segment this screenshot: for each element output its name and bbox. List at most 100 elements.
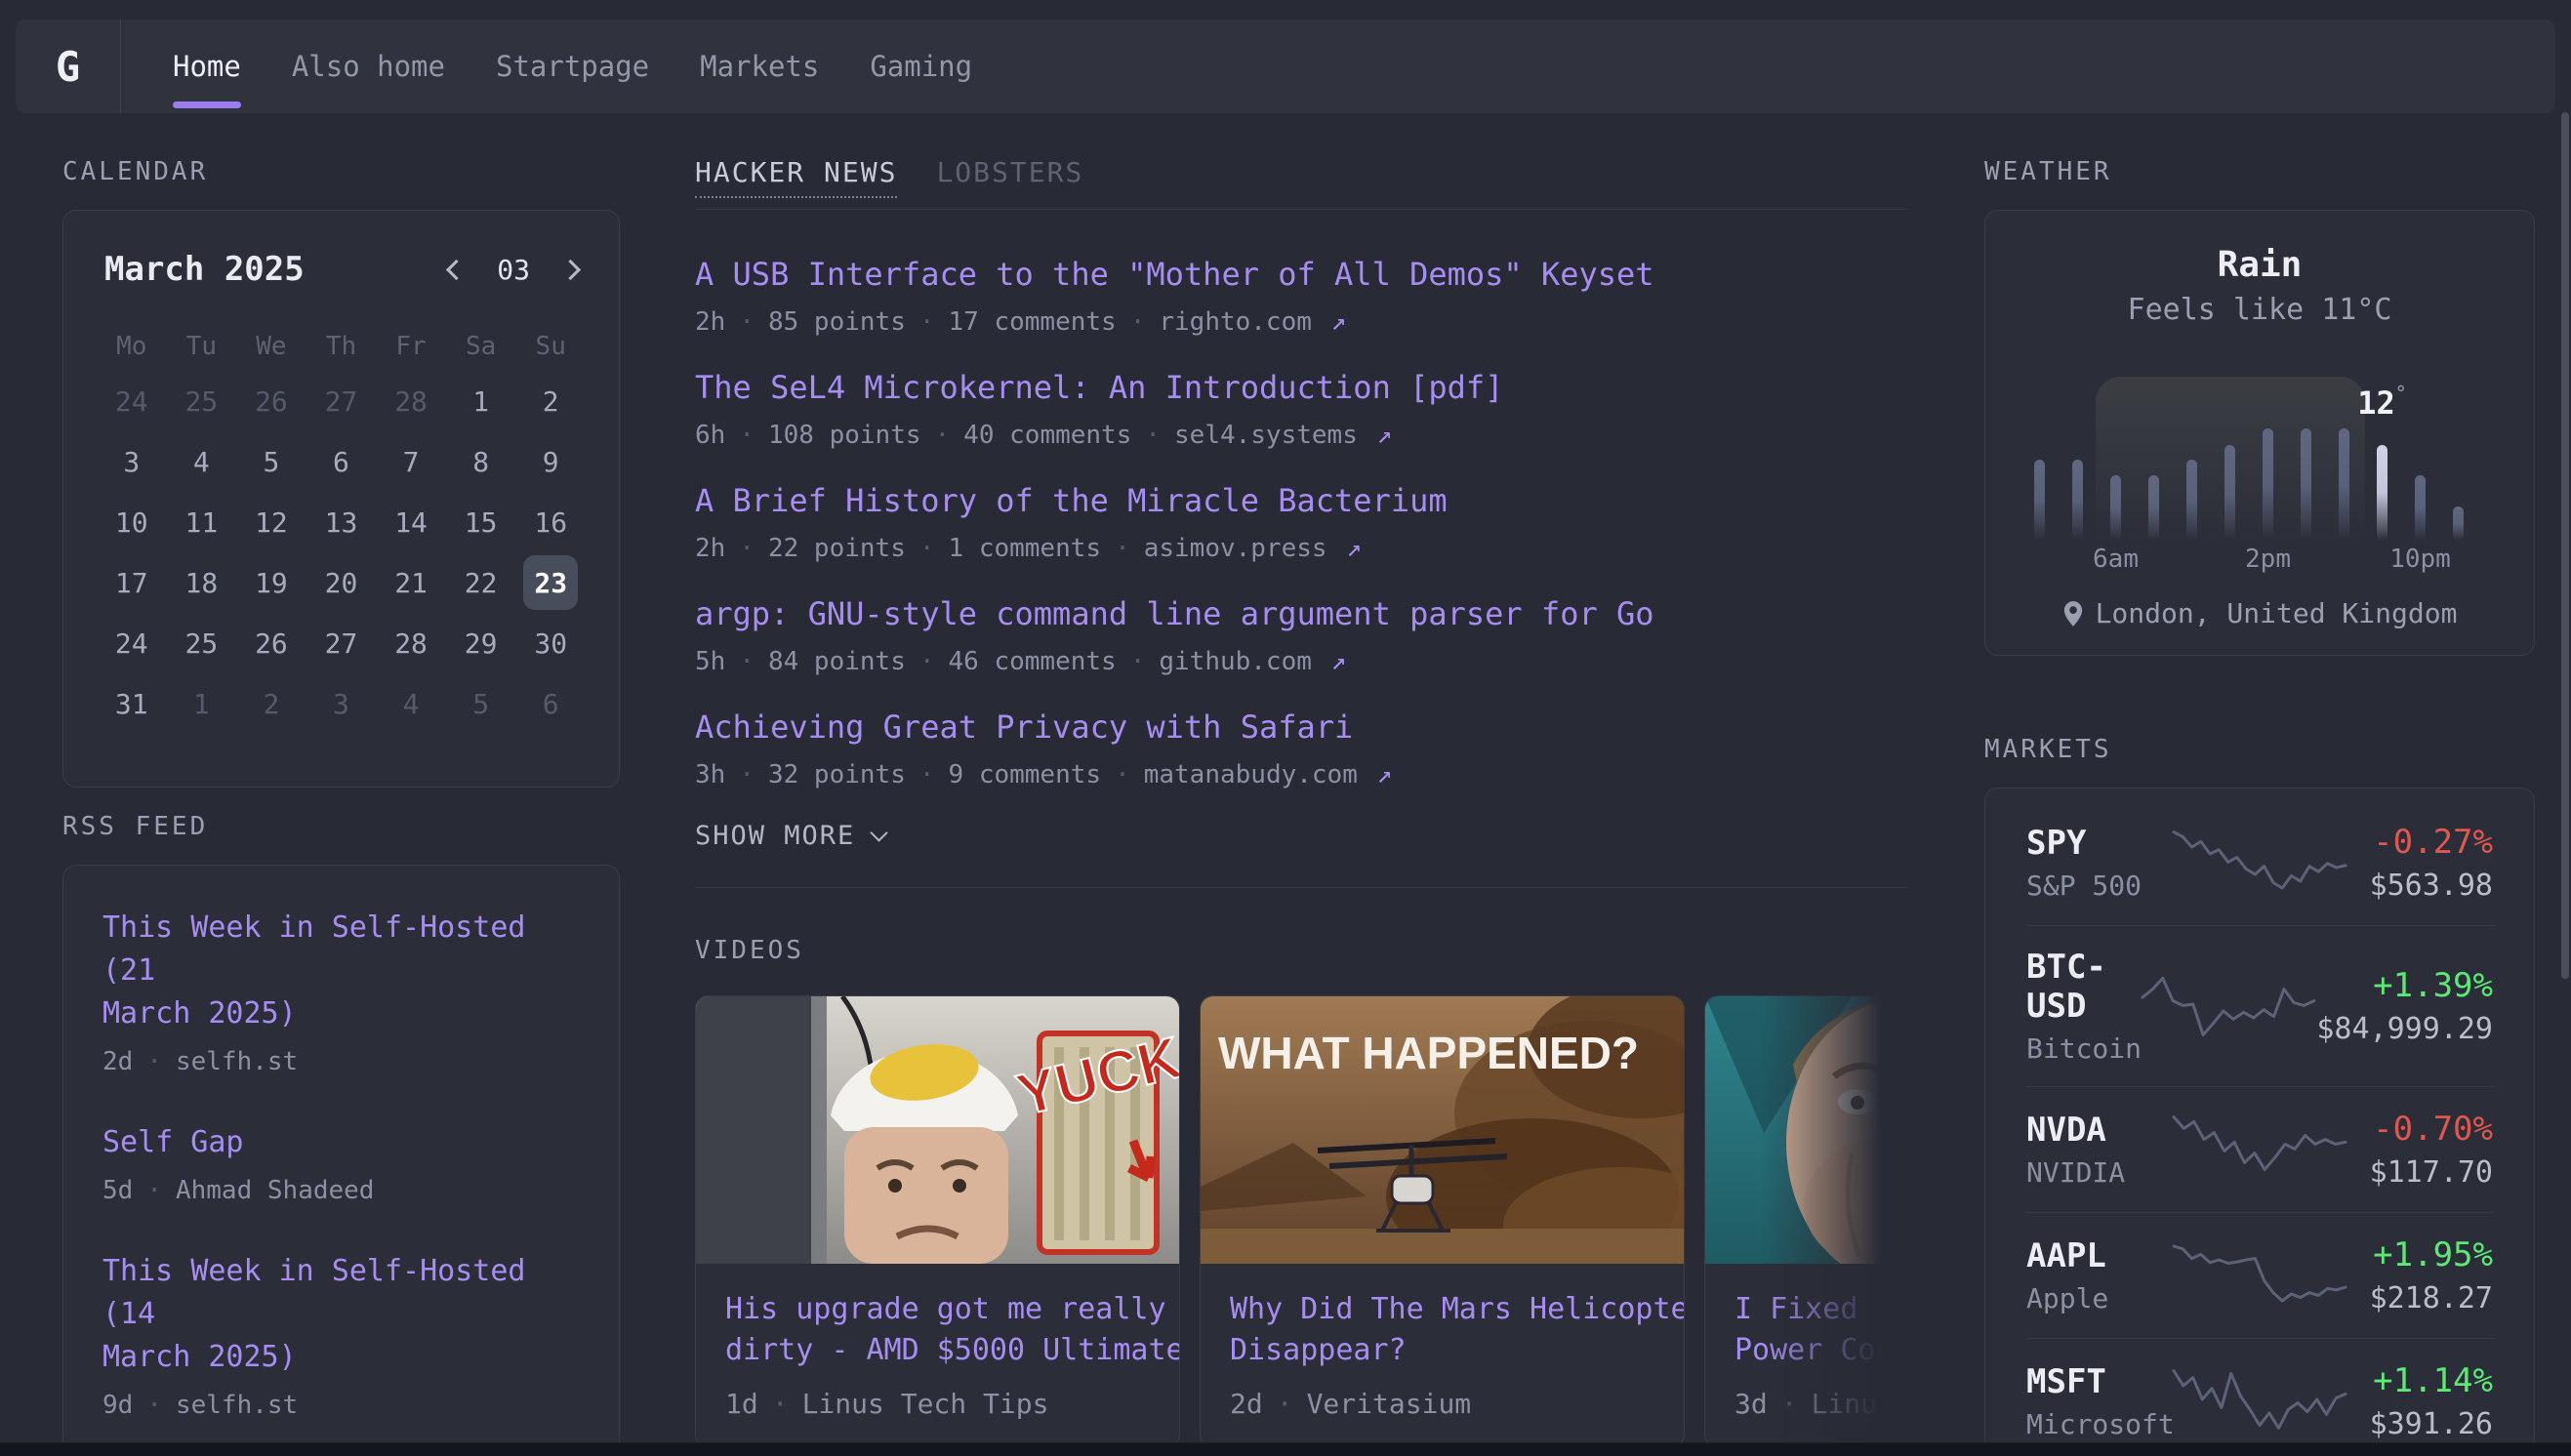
hn-item-source-link[interactable]: matanabudy.com ↗: [1144, 758, 1392, 791]
calendar-day: 20: [306, 552, 377, 613]
meta-separator-dot: ·: [739, 419, 755, 452]
calendar-day: 30: [515, 613, 586, 673]
video-thumbnail-mars[interactable]: WHAT HAPPENED?: [1201, 996, 1685, 1264]
market-price: $218.27: [2347, 1282, 2493, 1315]
video-age: 2d: [1230, 1387, 1263, 1422]
hn-item-comments[interactable]: 9 comments: [949, 758, 1102, 791]
market-symbol-block: BTC-USDBitcoin: [2026, 948, 2141, 1065]
calendar-day: 4: [167, 431, 237, 492]
rss-title-line: March 2025): [102, 1336, 580, 1379]
calendar-prev-icon[interactable]: [446, 259, 467, 279]
right-column: WEATHER Rain Feels like 11°C 12° 6am2pm1…: [1984, 156, 2535, 1456]
calendar-day: 22: [446, 552, 516, 613]
calendar-day: 28: [376, 371, 446, 431]
rss-section-title: RSS FEED: [62, 811, 620, 842]
meta-separator-dot: ·: [772, 1387, 789, 1422]
hn-item-comments[interactable]: 17 comments: [949, 305, 1117, 339]
hacker-news-list: A USB Interface to the "Mother of All De…: [695, 255, 1907, 791]
hn-item-title[interactable]: argp: GNU-style command line argument pa…: [695, 594, 1907, 633]
hn-item-title[interactable]: A USB Interface to the "Mother of All De…: [695, 255, 1907, 294]
video-card[interactable]: WHAT HAPPENED? Why Did The Mars Helicopt…: [1200, 995, 1685, 1448]
meta-separator-dot: ·: [935, 419, 951, 452]
video-channel: Linus Tec: [1812, 1387, 1907, 1422]
weather-hour-bar: [2301, 428, 2311, 541]
calendar-day-number: 20: [313, 555, 368, 610]
nav-tab-startpage[interactable]: Startpage: [496, 20, 649, 113]
hn-item-comments[interactable]: 1 comments: [949, 532, 1102, 565]
top-nav: G Home Also home Startpage Markets Gaming: [16, 20, 2555, 113]
hn-item-title[interactable]: The SeL4 Microkernel: An Introduction [p…: [695, 368, 1907, 407]
rss-item-title[interactable]: Self Gap: [102, 1121, 580, 1164]
video-thumbnail-face[interactable]: DO TH T: [1705, 996, 1907, 1264]
weather-section-title: WEATHER: [1984, 156, 2535, 187]
weather-hour-labels: 6am2pm10pm: [2024, 545, 2495, 576]
news-tabs: HACKER NEWS LOBSTERS: [695, 156, 1907, 210]
hn-item-source-link[interactable]: github.com ↗: [1159, 645, 1346, 678]
meta-separator-dot: ·: [1115, 532, 1130, 565]
hn-item-age: 2h: [695, 532, 725, 565]
hn-item: Achieving Great Privacy with Safari 3h·32…: [695, 708, 1907, 791]
market-row-aapl[interactable]: AAPLApple +1.95%$218.27: [2026, 1212, 2493, 1338]
calendar-day: 21: [376, 552, 446, 613]
calendar-day-number: 26: [244, 616, 299, 670]
rss-feed-widget: This Week in Self-Hosted (21March 2025)2…: [62, 865, 620, 1456]
video-info: Why Did The Mars HelicopterDisappear?2d·…: [1201, 1264, 1684, 1447]
meta-separator-dot: ·: [1145, 419, 1161, 452]
market-row-msft[interactable]: MSFTMicrosoft +1.14%$391.26: [2026, 1338, 2493, 1456]
nav-tab-also-home[interactable]: Also home: [292, 20, 445, 113]
hn-item-title[interactable]: A Brief History of the Miracle Bacterium: [695, 481, 1907, 520]
calendar-next-icon[interactable]: [560, 259, 581, 279]
video-title[interactable]: I Fixed the 5Power Connect: [1734, 1289, 1907, 1371]
hn-show-more-button[interactable]: SHOW MORE: [695, 821, 1907, 851]
video-thumbnail-yuck[interactable]: YUCK: [696, 996, 1180, 1264]
calendar-day-number: 4: [384, 676, 438, 731]
calendar-day-number: 18: [174, 555, 228, 610]
news-tab-hacker-news[interactable]: HACKER NEWS: [695, 156, 897, 198]
market-symbol: BTC-USD: [2026, 948, 2141, 1026]
calendar-day: 7: [376, 431, 446, 492]
rss-item-title[interactable]: This Week in Self-Hosted (21March 2025): [102, 907, 580, 1035]
external-link-icon: ↗: [1316, 647, 1346, 676]
calendar-day-number: 7: [384, 434, 438, 489]
video-title-line: dirty - AMD $5000 Ultimate…: [725, 1330, 1150, 1371]
calendar-day-number: 8: [454, 434, 509, 489]
hn-item-source-link[interactable]: asimov.press ↗: [1144, 532, 1362, 565]
calendar-weekday: Sa: [446, 332, 516, 361]
calendar-day-number: 5: [244, 434, 299, 489]
video-title[interactable]: His upgrade got me reallydirty - AMD $50…: [725, 1289, 1150, 1371]
video-channel: Linus Tech Tips: [802, 1387, 1049, 1422]
hn-item-source-link[interactable]: sel4.systems ↗: [1174, 419, 1392, 452]
meta-separator-dot: ·: [739, 532, 755, 565]
nav-tab-home[interactable]: Home: [173, 20, 241, 113]
middle-column: HACKER NEWS LOBSTERS A USB Interface to t…: [695, 156, 1907, 1448]
nav-tab-gaming[interactable]: Gaming: [870, 20, 972, 113]
market-row-nvda[interactable]: NVDANVIDIA -0.70%$117.70: [2026, 1086, 2493, 1212]
video-info: I Fixed the 5Power Connect3d·Linus Tec: [1705, 1264, 1907, 1447]
weather-hour-bar: [2110, 475, 2121, 541]
calendar-day-number: 17: [104, 555, 159, 610]
market-row-btc-usd[interactable]: BTC-USDBitcoin +1.39%$84,999.29: [2026, 925, 2493, 1086]
nav-tab-markets[interactable]: Markets: [700, 20, 819, 113]
page-scrollbar[interactable]: [2561, 112, 2569, 979]
calendar-day: 10: [97, 492, 167, 552]
video-card[interactable]: YUCK His upgrade got me reallydirty - AM…: [695, 995, 1180, 1448]
hn-item-points: 32 points: [768, 758, 906, 791]
video-title[interactable]: Why Did The Mars HelicopterDisappear?: [1230, 1289, 1654, 1371]
hn-item-title[interactable]: Achieving Great Privacy with Safari: [695, 708, 1907, 747]
app-logo[interactable]: G: [16, 20, 121, 113]
rss-item-title[interactable]: This Week in Self-Hosted (14March 2025): [102, 1250, 580, 1379]
calendar-day-number: 25: [174, 374, 228, 428]
news-tab-lobsters[interactable]: LOBSTERS: [936, 156, 1083, 209]
calendar-day-number: 29: [454, 616, 509, 670]
market-name: S&P 500: [2026, 870, 2172, 902]
calendar-day-number: 23: [523, 555, 578, 610]
market-row-spy[interactable]: SPYS&P 500 -0.27%$563.98: [2026, 800, 2493, 925]
hn-item-comments[interactable]: 46 comments: [949, 645, 1117, 678]
hn-item-comments[interactable]: 40 comments: [963, 419, 1131, 452]
hn-item-meta: 3h·32 points·9 comments·matanabudy.com ↗: [695, 758, 1907, 791]
market-price: $391.26: [2347, 1408, 2493, 1441]
hn-item-source-link[interactable]: righto.com ↗: [1159, 305, 1346, 339]
market-symbol-block: SPYS&P 500: [2026, 824, 2172, 902]
video-card[interactable]: DO TH T I Fixed the 5Power Connect3d·Lin…: [1704, 995, 1907, 1448]
video-age: 1d: [725, 1387, 758, 1422]
